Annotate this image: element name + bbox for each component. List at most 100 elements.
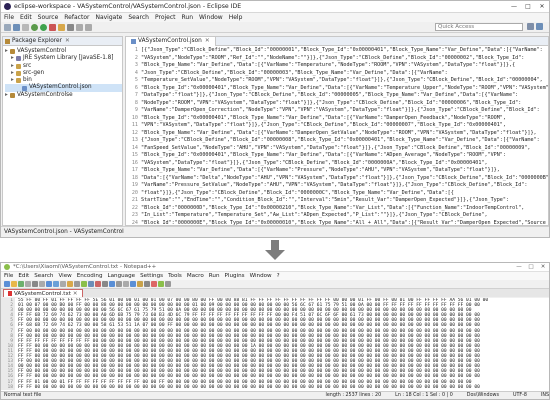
close-tab-icon[interactable]: ✕	[205, 38, 210, 44]
save-all-icon[interactable]	[25, 281, 31, 287]
forward-icon[interactable]	[85, 23, 92, 31]
menu-refactor[interactable]: Refactor	[64, 14, 89, 21]
menu-navigate[interactable]: Navigate	[95, 14, 122, 21]
cut-icon[interactable]	[53, 281, 59, 287]
save-macro-icon[interactable]	[165, 281, 171, 287]
menu-run[interactable]: Run	[209, 273, 220, 279]
tree-item[interactable]: ▸ src	[5, 63, 122, 70]
menu-help[interactable]: Help	[229, 14, 243, 21]
quick-access-input[interactable]: Quick Access	[435, 23, 523, 31]
menu-window[interactable]: Window	[199, 14, 223, 21]
line-number: 11	[131, 122, 138, 128]
maximize-icon[interactable]: □	[525, 264, 537, 270]
redo-icon[interactable]	[81, 281, 87, 287]
menu-window[interactable]: Window	[250, 273, 272, 279]
code-line: 6 "Block_Type_Id":"0x00000401","Block_Typ…	[126, 85, 548, 93]
close-icon[interactable]	[32, 281, 38, 287]
menu-search[interactable]: Search	[128, 14, 149, 21]
menu-run[interactable]: Run	[182, 14, 194, 21]
menu-tools[interactable]: Tools	[168, 273, 182, 279]
replace-icon[interactable]	[95, 281, 101, 287]
menu-macro[interactable]: Macro	[187, 273, 204, 279]
tree-item-icon	[10, 49, 15, 55]
show-all-icon[interactable]	[137, 281, 143, 287]
maximize-icon[interactable]: □	[521, 3, 535, 10]
sync-v-icon[interactable]	[116, 281, 122, 287]
menu-help[interactable]: ?	[277, 273, 280, 279]
minimize-icon[interactable]: —	[513, 264, 525, 270]
menu-edit[interactable]: Edit	[20, 14, 32, 21]
tree-item-icon	[16, 78, 21, 84]
menu-encoding[interactable]: Encoding	[77, 273, 103, 279]
debug-icon[interactable]	[31, 23, 38, 31]
record-macro-icon[interactable]	[151, 281, 157, 287]
menu-language[interactable]: Language	[108, 273, 136, 279]
find-icon[interactable]	[88, 281, 94, 287]
search-icon[interactable]	[67, 23, 74, 31]
editor-tab[interactable]: VASystemControl.json ✕	[126, 36, 216, 46]
menu-project[interactable]: Project	[155, 14, 176, 21]
eclipse-status-text: VASystemControl.json - VASystemControl	[4, 229, 124, 235]
status-field: INS	[540, 393, 549, 398]
open-type-icon[interactable]	[58, 23, 65, 31]
code-text: "Data":[{"VarName":"Delta","NodeType":"A…	[141, 174, 548, 181]
sync-h-icon[interactable]	[123, 281, 129, 287]
zoom-in-icon[interactable]	[102, 281, 108, 287]
line-number: 16	[131, 159, 138, 166]
close-view-icon[interactable]: ✕	[65, 38, 70, 44]
menu-view[interactable]: View	[58, 273, 71, 279]
tree-item[interactable]: VASystemControl.json	[5, 84, 122, 92]
menu-file[interactable]: File	[4, 14, 14, 21]
menu-source[interactable]: Source	[38, 14, 59, 21]
hex-text-view[interactable]: 1 55 FF 00 FF 01 FF FF FF FF 5E 56 01 00 …	[1, 298, 549, 392]
close-all-icon[interactable]	[39, 281, 45, 287]
tree-item-label: VASystemControl.json	[29, 84, 92, 91]
tree-item[interactable]: ▸ VASystemControlse	[5, 92, 122, 99]
copy-icon[interactable]	[60, 281, 66, 287]
line-number: 18	[1, 384, 15, 390]
save-icon[interactable]	[18, 281, 24, 287]
save-icon[interactable]	[13, 23, 20, 31]
print-icon[interactable]	[46, 281, 52, 287]
menu-plugins[interactable]: Plugins	[225, 273, 245, 279]
tree-item[interactable]: ▸ src-gen	[5, 70, 122, 77]
tree-item[interactable]: ▸ JRE System Library [JavaSE-1.8]	[5, 55, 122, 62]
word-wrap-icon[interactable]	[130, 281, 136, 287]
back-icon[interactable]	[76, 23, 83, 31]
menu-settings[interactable]: Settings	[140, 273, 163, 279]
run-icon[interactable]	[40, 23, 47, 31]
menu-edit[interactable]: Edit	[18, 273, 29, 279]
minimize-icon[interactable]: —	[507, 3, 521, 10]
notepad-tab-label: VASystemControl.txt	[14, 290, 71, 297]
external-tools-icon[interactable]	[49, 23, 56, 31]
code-line: 19 "VarName":"Pressure_SetValue","NodeTyp…	[126, 182, 548, 190]
tree-item[interactable]: ▸ bin	[5, 77, 122, 84]
code-text: StartTime":"","EndTime":"","Condition_Bl…	[141, 197, 510, 203]
editor-tabbar: VASystemControl.json ✕	[126, 36, 548, 46]
new-icon[interactable]	[4, 23, 11, 31]
menu-file[interactable]: File	[4, 273, 13, 279]
code-text: "FanSpeed_SetValue","NodeType":"AHU","VP…	[141, 144, 531, 151]
tree-item[interactable]: ▸ VASystemControl	[5, 48, 122, 55]
close-icon[interactable]: ✕	[535, 3, 549, 10]
zoom-out-icon[interactable]	[109, 281, 115, 287]
indent-guide-icon[interactable]	[144, 281, 150, 287]
print-icon[interactable]	[22, 23, 29, 31]
close-tab-icon[interactable]: ✕	[73, 291, 78, 297]
json-code-view[interactable]: 1 [{"Json_Type":"CBlock_Define","Block_Id…	[126, 47, 548, 225]
code-text: "Temperature_SetValue","NodeType":"ROOM"…	[141, 77, 543, 83]
menu-search[interactable]: Search	[34, 273, 53, 279]
notepad-tab[interactable]: VASystemControl.txt ✕	[3, 289, 83, 297]
paste-icon[interactable]	[67, 281, 73, 287]
package-explorer-tab[interactable]: Package Explorer ✕	[3, 37, 122, 46]
code-text: "Json_Type":"CBlock_Define","Block_Id":"…	[141, 69, 448, 76]
new-icon[interactable]	[4, 281, 10, 287]
tree-item-label: VASystemControl	[17, 48, 67, 54]
perspective-icon[interactable]	[527, 23, 534, 30]
code-text: "NodeType":"ROOM","VPN":"VASystem","Data…	[141, 99, 522, 106]
close-icon[interactable]: ✕	[537, 264, 549, 270]
open-icon[interactable]	[11, 281, 17, 287]
undo-icon[interactable]	[74, 281, 80, 287]
play-macro-icon[interactable]	[158, 281, 164, 287]
java-perspective-icon[interactable]	[536, 23, 543, 30]
